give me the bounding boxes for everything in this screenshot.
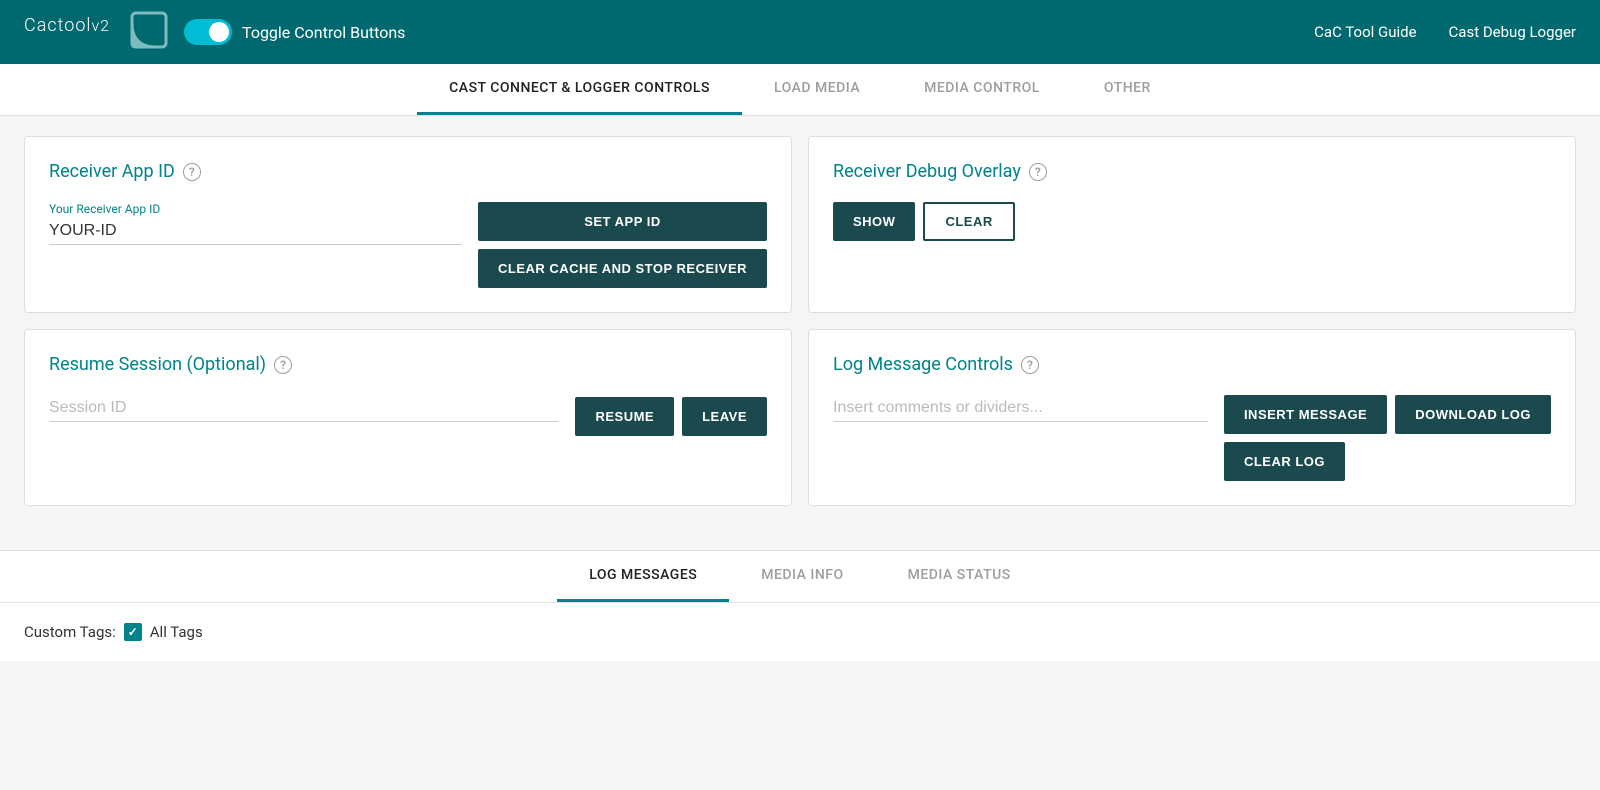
receiver-app-id-title: Receiver App ID ? <box>49 161 767 182</box>
tab-media-control[interactable]: MEDIA CONTROL <box>892 64 1072 115</box>
log-controls-title: Log Message Controls ? <box>833 354 1551 375</box>
debug-overlay-card: Receiver Debug Overlay ? SHOW CLEAR <box>808 136 1576 313</box>
resume-session-card: Resume Session (Optional) ? RESUME LEAVE <box>24 329 792 506</box>
receiver-app-id-buttons: SET APP ID CLEAR CACHE AND STOP RECEIVER <box>478 202 767 288</box>
log-input-wrap <box>833 395 1208 438</box>
receiver-app-id-card: Receiver App ID ? Your Receiver App ID S… <box>24 136 792 313</box>
show-overlay-button[interactable]: SHOW <box>833 202 915 241</box>
tab-cast-connect[interactable]: CAST CONNECT & LOGGER CONTROLS <box>417 64 742 115</box>
set-app-id-button[interactable]: SET APP ID <box>478 202 767 241</box>
clear-log-button[interactable]: CLEAR LOG <box>1224 442 1345 481</box>
custom-tags-row: Custom Tags: All Tags <box>24 623 1576 641</box>
bottom-section: LOG MESSAGES MEDIA INFO MEDIA STATUS Cus… <box>0 550 1600 661</box>
toggle-switch[interactable] <box>184 19 232 45</box>
tab-log-messages[interactable]: LOG MESSAGES <box>557 551 729 602</box>
tab-media-info[interactable]: MEDIA INFO <box>729 551 875 602</box>
receiver-app-id-help-icon[interactable]: ? <box>183 163 201 181</box>
resume-session-body: RESUME LEAVE <box>49 395 767 438</box>
header-nav: CaC Tool Guide Cast Debug Logger <box>1314 23 1576 41</box>
tab-media-status[interactable]: MEDIA STATUS <box>876 551 1043 602</box>
app-title: Cactoolv2 <box>24 15 110 48</box>
cards-grid: Receiver App ID ? Your Receiver App ID S… <box>24 136 1576 506</box>
insert-message-button[interactable]: INSERT MESSAGE <box>1224 395 1387 434</box>
receiver-app-id-body: Your Receiver App ID SET APP ID CLEAR CA… <box>49 202 767 288</box>
debug-overlay-buttons: SHOW CLEAR <box>833 202 1551 241</box>
clear-overlay-button[interactable]: CLEAR <box>923 202 1014 241</box>
bottom-tabs: LOG MESSAGES MEDIA INFO MEDIA STATUS <box>0 551 1600 603</box>
resume-button[interactable]: RESUME <box>575 397 674 436</box>
session-buttons: RESUME LEAVE <box>575 397 767 436</box>
app-header: Cactoolv2 Toggle Control Buttons CaC Too… <box>0 0 1600 64</box>
receiver-app-id-input-section: Your Receiver App ID <box>49 202 462 261</box>
toggle-label: Toggle Control Buttons <box>242 23 405 42</box>
cast-icon <box>130 11 168 53</box>
log-controls-help-icon[interactable]: ? <box>1021 356 1039 374</box>
bottom-content: Custom Tags: All Tags <box>0 603 1600 661</box>
main-content: Receiver App ID ? Your Receiver App ID S… <box>0 116 1600 542</box>
tab-other[interactable]: OTHER <box>1072 64 1183 115</box>
log-buttons-row-top: INSERT MESSAGE DOWNLOAD LOG <box>1224 395 1551 434</box>
receiver-app-id-input-label: Your Receiver App ID <box>49 202 462 216</box>
clear-cache-button[interactable]: CLEAR CACHE AND STOP RECEIVER <box>478 249 767 288</box>
download-log-button[interactable]: DOWNLOAD LOG <box>1395 395 1551 434</box>
toggle-section: Toggle Control Buttons <box>184 19 405 45</box>
session-input-wrap <box>49 395 559 438</box>
top-nav-tabs: CAST CONNECT & LOGGER CONTROLS LOAD MEDI… <box>0 64 1600 116</box>
receiver-app-id-input[interactable] <box>49 218 462 245</box>
session-id-input[interactable] <box>49 395 559 422</box>
all-tags-checkbox[interactable] <box>124 623 142 641</box>
all-tags-label: All Tags <box>150 623 203 641</box>
debug-overlay-title: Receiver Debug Overlay ? <box>833 161 1551 182</box>
leave-button[interactable]: LEAVE <box>682 397 767 436</box>
header-left: Cactoolv2 Toggle Control Buttons <box>24 11 405 53</box>
log-buttons-row-bottom: CLEAR LOG <box>1224 442 1551 481</box>
debug-overlay-help-icon[interactable]: ? <box>1029 163 1047 181</box>
tab-load-media[interactable]: LOAD MEDIA <box>742 64 892 115</box>
log-buttons-col: INSERT MESSAGE DOWNLOAD LOG CLEAR LOG <box>1224 395 1551 481</box>
log-controls-body: INSERT MESSAGE DOWNLOAD LOG CLEAR LOG <box>833 395 1551 481</box>
resume-session-title: Resume Session (Optional) ? <box>49 354 767 375</box>
cast-debug-logger-link[interactable]: Cast Debug Logger <box>1449 23 1576 41</box>
cac-tool-guide-link[interactable]: CaC Tool Guide <box>1314 23 1416 41</box>
log-controls-card: Log Message Controls ? INSERT MESSAGE DO… <box>808 329 1576 506</box>
log-comment-input[interactable] <box>833 395 1208 422</box>
custom-tags-label: Custom Tags: <box>24 623 116 641</box>
resume-session-help-icon[interactable]: ? <box>274 356 292 374</box>
